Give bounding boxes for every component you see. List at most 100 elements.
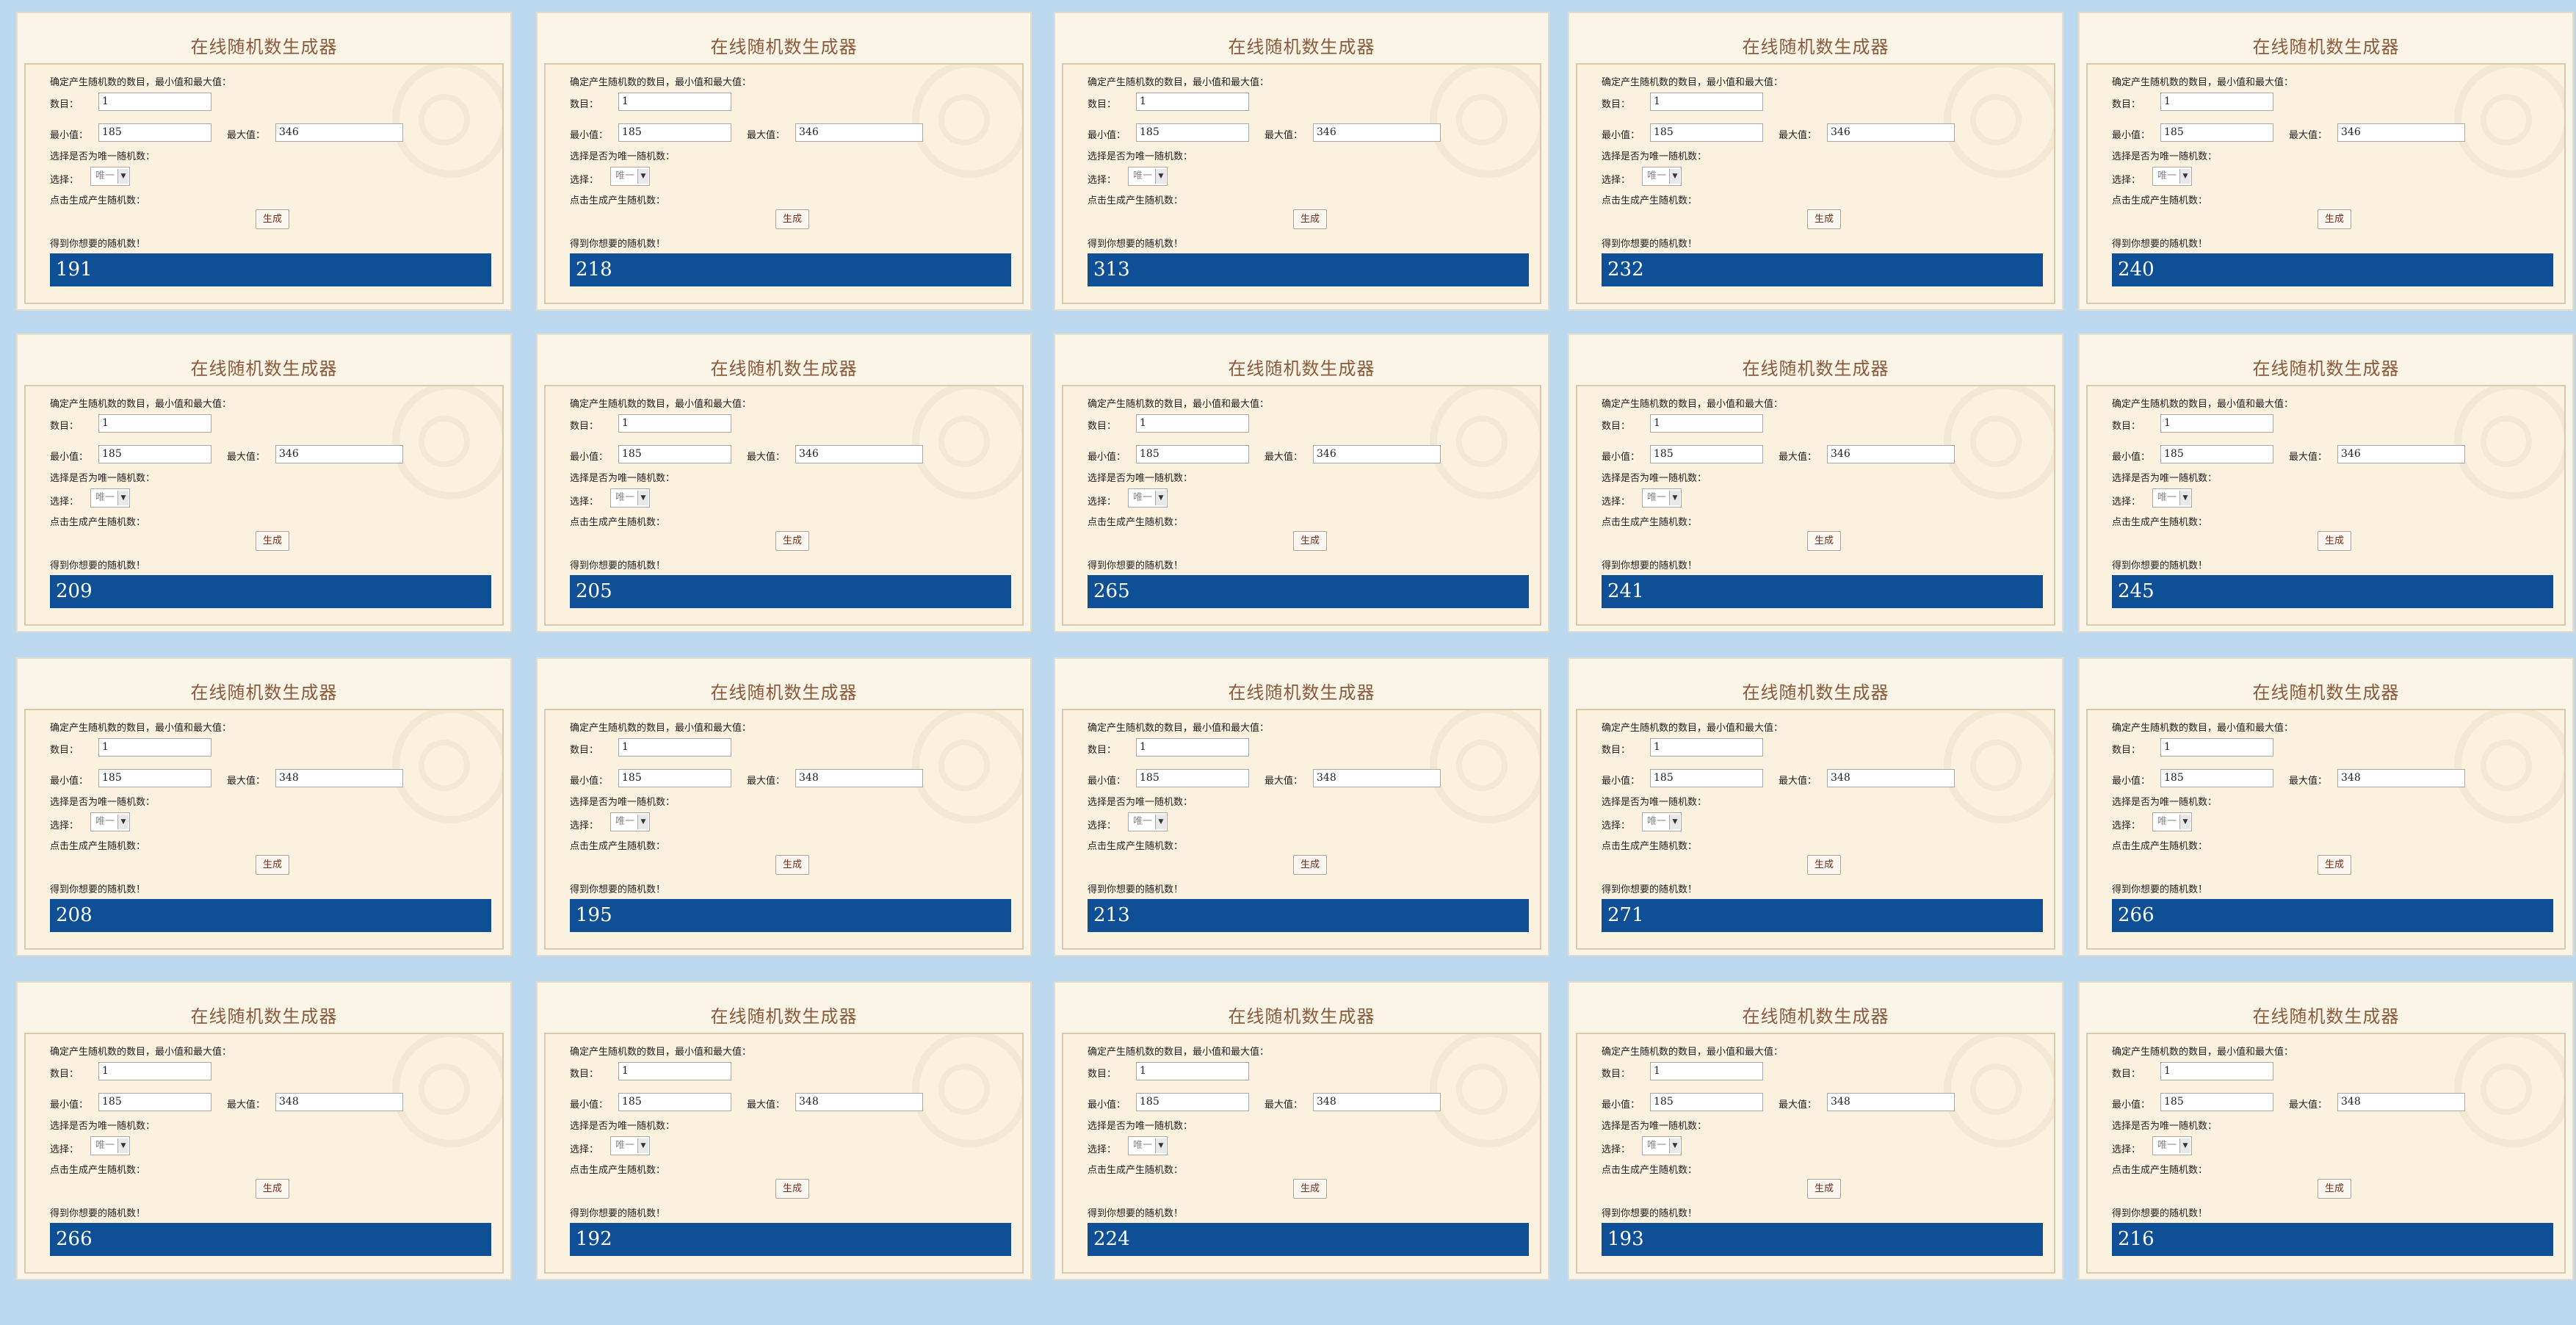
unique-select[interactable]: 唯一 ▼ [610, 167, 650, 186]
unique-select[interactable]: 唯一 ▼ [90, 488, 130, 508]
generate-button[interactable]: 生成 [1807, 855, 1841, 875]
generate-button[interactable]: 生成 [1807, 209, 1841, 229]
min-input[interactable]: 185 [1650, 123, 1763, 142]
unique-select[interactable]: 唯一 ▼ [610, 488, 650, 508]
unique-select[interactable]: 唯一 ▼ [90, 812, 130, 831]
count-input[interactable]: 1 [1136, 738, 1249, 757]
unique-select[interactable]: 唯一 ▼ [1128, 167, 1168, 186]
count-input[interactable]: 1 [1136, 93, 1249, 111]
count-input[interactable]: 1 [98, 1062, 211, 1080]
generate-button[interactable]: 生成 [1293, 209, 1327, 229]
unique-select[interactable]: 唯一 ▼ [2152, 812, 2192, 831]
count-input[interactable]: 1 [1650, 414, 1763, 433]
min-input[interactable]: 185 [2160, 123, 2273, 142]
generate-button[interactable]: 生成 [775, 1179, 809, 1199]
generate-button[interactable]: 生成 [256, 855, 289, 875]
generate-button[interactable]: 生成 [2318, 855, 2351, 875]
min-input[interactable]: 185 [618, 445, 731, 463]
max-input[interactable]: 348 [1827, 769, 1955, 787]
min-input[interactable]: 185 [98, 123, 211, 142]
generate-button[interactable]: 生成 [2318, 209, 2351, 229]
unique-select[interactable]: 唯一 ▼ [90, 1136, 130, 1155]
unique-select[interactable]: 唯一 ▼ [610, 812, 650, 831]
count-input[interactable]: 1 [98, 414, 211, 433]
max-input[interactable]: 346 [795, 445, 923, 463]
generate-button[interactable]: 生成 [256, 1179, 289, 1199]
max-input[interactable]: 348 [795, 769, 923, 787]
max-input[interactable]: 348 [1313, 1093, 1441, 1111]
generate-button[interactable]: 生成 [2318, 531, 2351, 551]
generate-button[interactable]: 生成 [775, 855, 809, 875]
count-input[interactable]: 1 [1136, 1062, 1249, 1080]
max-input[interactable]: 346 [1827, 445, 1955, 463]
max-input[interactable]: 346 [2337, 123, 2465, 142]
unique-select[interactable]: 唯一 ▼ [2152, 488, 2192, 508]
max-input[interactable]: 346 [1313, 445, 1441, 463]
min-input[interactable]: 185 [2160, 1093, 2273, 1111]
min-input[interactable]: 185 [1136, 123, 1249, 142]
count-input[interactable]: 1 [618, 738, 731, 757]
count-input[interactable]: 1 [98, 93, 211, 111]
max-input[interactable]: 348 [1313, 769, 1441, 787]
max-input[interactable]: 346 [795, 123, 923, 142]
max-input[interactable]: 346 [275, 123, 403, 142]
count-input[interactable]: 1 [98, 738, 211, 757]
count-input[interactable]: 1 [2160, 738, 2273, 757]
min-input[interactable]: 185 [618, 123, 731, 142]
max-input[interactable]: 348 [2337, 769, 2465, 787]
min-input[interactable]: 185 [618, 769, 731, 787]
unique-select[interactable]: 唯一 ▼ [90, 167, 130, 186]
generate-button[interactable]: 生成 [2318, 1179, 2351, 1199]
min-input[interactable]: 185 [1650, 769, 1763, 787]
max-input[interactable]: 348 [1827, 1093, 1955, 1111]
count-input[interactable]: 1 [2160, 414, 2273, 433]
max-input[interactable]: 348 [2337, 1093, 2465, 1111]
min-input[interactable]: 185 [1136, 769, 1249, 787]
unique-select[interactable]: 唯一 ▼ [1642, 1136, 1682, 1155]
count-input[interactable]: 1 [2160, 93, 2273, 111]
min-input[interactable]: 185 [1136, 1093, 1249, 1111]
generate-button[interactable]: 生成 [256, 531, 289, 551]
min-input[interactable]: 185 [618, 1093, 731, 1111]
max-input[interactable]: 346 [1827, 123, 1955, 142]
unique-select[interactable]: 唯一 ▼ [2152, 167, 2192, 186]
max-input[interactable]: 346 [1313, 123, 1441, 142]
unique-select[interactable]: 唯一 ▼ [1642, 167, 1682, 186]
count-input[interactable]: 1 [618, 414, 731, 433]
min-input[interactable]: 185 [1650, 1093, 1763, 1111]
unique-select[interactable]: 唯一 ▼ [1128, 812, 1168, 831]
generate-button[interactable]: 生成 [1807, 1179, 1841, 1199]
count-input[interactable]: 1 [1650, 738, 1763, 757]
min-input[interactable]: 185 [98, 1093, 211, 1111]
unique-select[interactable]: 唯一 ▼ [610, 1136, 650, 1155]
min-input[interactable]: 185 [1136, 445, 1249, 463]
generate-button[interactable]: 生成 [1293, 1179, 1327, 1199]
generate-button[interactable]: 生成 [1293, 855, 1327, 875]
max-input[interactable]: 346 [2337, 445, 2465, 463]
min-input[interactable]: 185 [98, 769, 211, 787]
max-input[interactable]: 348 [795, 1093, 923, 1111]
unique-select[interactable]: 唯一 ▼ [1128, 488, 1168, 508]
min-input[interactable]: 185 [2160, 445, 2273, 463]
unique-select[interactable]: 唯一 ▼ [1642, 488, 1682, 508]
count-input[interactable]: 1 [2160, 1062, 2273, 1080]
min-input[interactable]: 185 [1650, 445, 1763, 463]
count-input[interactable]: 1 [618, 93, 731, 111]
max-input[interactable]: 348 [275, 1093, 403, 1111]
min-input[interactable]: 185 [2160, 769, 2273, 787]
unique-select[interactable]: 唯一 ▼ [1128, 1136, 1168, 1155]
count-input[interactable]: 1 [1136, 414, 1249, 433]
min-input[interactable]: 185 [98, 445, 211, 463]
max-input[interactable]: 348 [275, 769, 403, 787]
unique-select[interactable]: 唯一 ▼ [2152, 1136, 2192, 1155]
max-input[interactable]: 346 [275, 445, 403, 463]
unique-select[interactable]: 唯一 ▼ [1642, 812, 1682, 831]
generate-button[interactable]: 生成 [1293, 531, 1327, 551]
generate-button[interactable]: 生成 [775, 531, 809, 551]
generate-button[interactable]: 生成 [1807, 531, 1841, 551]
count-input[interactable]: 1 [1650, 93, 1763, 111]
generate-button[interactable]: 生成 [775, 209, 809, 229]
generate-button[interactable]: 生成 [256, 209, 289, 229]
count-input[interactable]: 1 [1650, 1062, 1763, 1080]
count-input[interactable]: 1 [618, 1062, 731, 1080]
